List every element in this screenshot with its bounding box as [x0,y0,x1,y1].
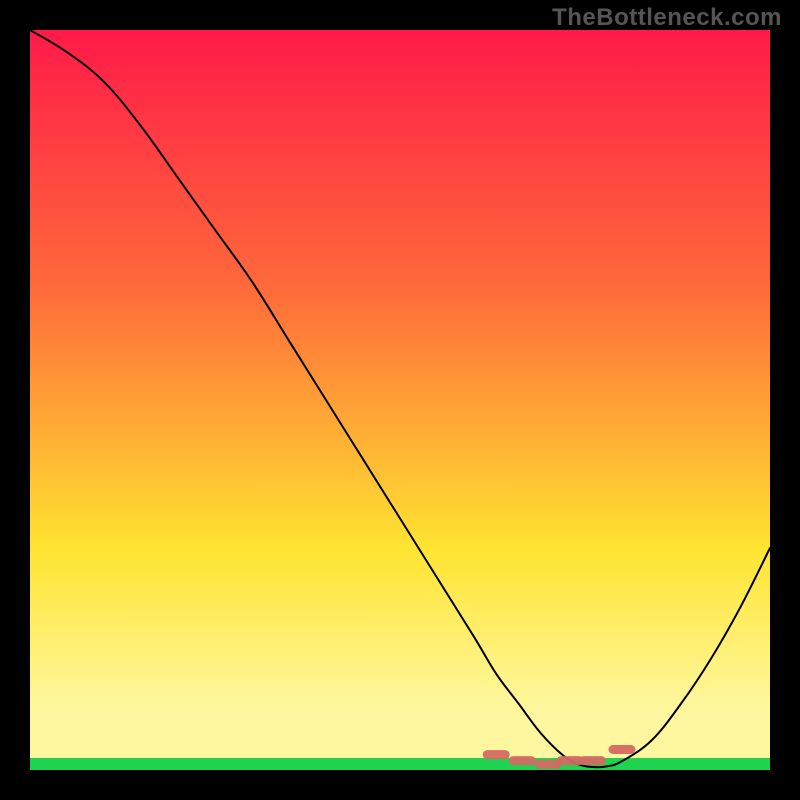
chart-container: { "watermark": "TheBottleneck.com", "cha… [0,0,800,800]
plot-area [30,30,770,770]
watermark: TheBottleneck.com [552,4,782,32]
chart-svg [30,30,770,770]
